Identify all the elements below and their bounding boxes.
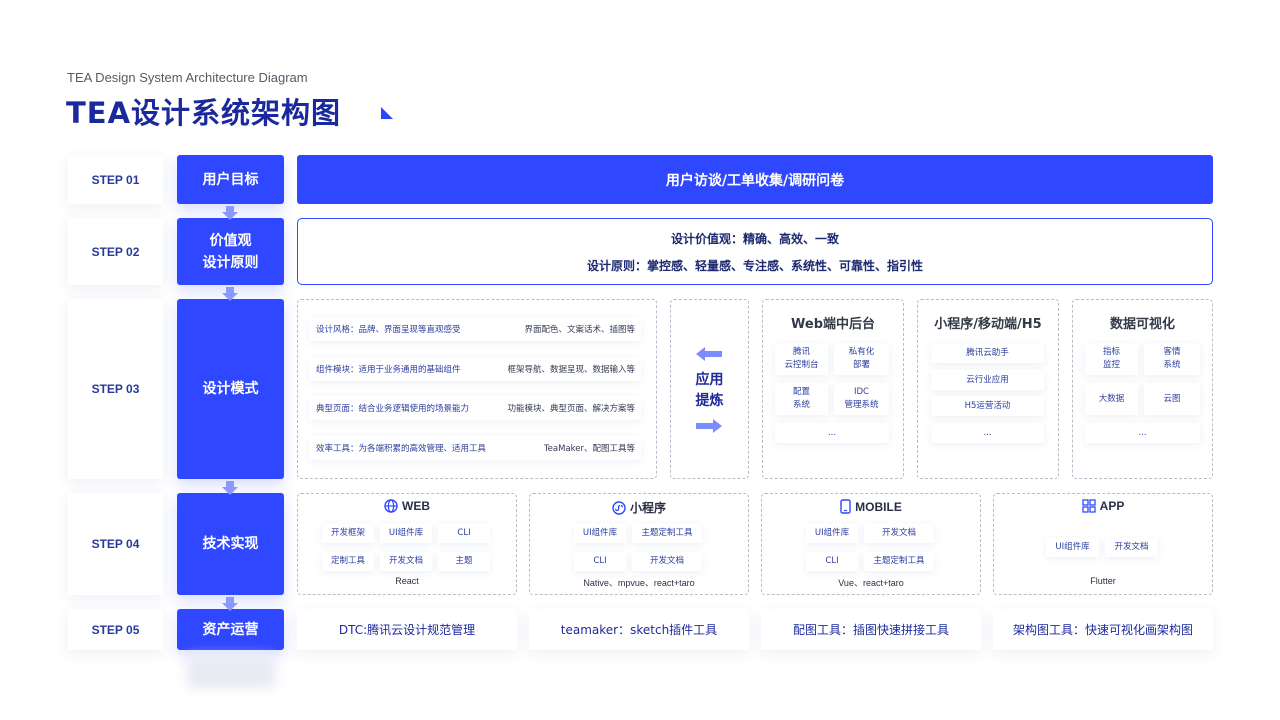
tech-mini-label: 小程序 (629, 501, 666, 515)
list-item-left: 设计风格：品牌、界面呈现等直观感受 (316, 325, 461, 335)
arrow-down-icon (222, 206, 238, 220)
chip: 开发文档 (632, 552, 702, 571)
chip: 主题 (438, 552, 490, 571)
list-item: 典型页面：结合业务逻辑使用的场景能力 功能模块、典型页面、解决方案等 (309, 396, 641, 420)
step-04-label: STEP 04 (68, 493, 163, 595)
web-admin-title: Web端中后台 (791, 317, 875, 332)
apply-label: 应用 (695, 372, 724, 388)
chip: IDC 管理系统 (834, 383, 889, 415)
title-corner-mark (381, 107, 393, 119)
list-item-right: 功能模块、典型页面、解决方案等 (507, 404, 635, 414)
list-item-left: 效率工具：为各端积累的高效管理、适用工具 (316, 444, 487, 454)
arrow-down-icon (222, 597, 238, 611)
chip: 腾讯云助手 (931, 343, 1044, 363)
tech-mini-title: 小程序 (529, 499, 749, 516)
tech-app-label: APP (1099, 499, 1125, 513)
values-principles-box: 设计价值观：精确、高效、一致 设计原则：掌控感、轻量感、专注感、系统性、可靠性、… (297, 218, 1213, 285)
chip: ... (1085, 423, 1200, 443)
list-item-left: 组件模块：适用于业务通用的基础组件 (316, 365, 461, 375)
step-05-box: 资产运营 (177, 609, 284, 650)
tech-mobile-label: MOBILE (855, 499, 902, 514)
chip: ... (931, 423, 1044, 443)
list-item-right: 界面配色、文案话术、插图等 (524, 325, 635, 335)
chip: 开发文档 (380, 552, 432, 571)
chip: 指标 监控 (1085, 343, 1138, 375)
chip: 开发框架 (322, 524, 374, 543)
step-03-box: 设计模式 (177, 299, 284, 479)
chip: 云图 (1144, 383, 1200, 415)
arrow-right-icon (696, 418, 722, 437)
chip: 大数据 (1085, 383, 1138, 415)
tool-card-teamaker: teamaker：sketch插件工具 (529, 609, 749, 650)
chip: ... (775, 423, 889, 443)
design-values-text: 设计价值观：精确、高效、一致 (670, 231, 839, 246)
step-02-label: STEP 02 (68, 218, 163, 285)
chip: UI组件库 (380, 524, 432, 543)
chip: CLI (574, 552, 626, 571)
list-item-right: TeaMaker、配图工具等 (543, 444, 635, 454)
tool-card-dtc: DTC:腾讯云设计规范管理 (297, 609, 517, 650)
chip: 开发文档 (864, 524, 934, 543)
tech-web-label: WEB (402, 499, 430, 513)
globe-icon (384, 499, 398, 513)
step-04-box: 技术实现 (177, 493, 284, 595)
chip: UI组件库 (1046, 538, 1099, 557)
tech-mobile-title: MOBILE (761, 499, 981, 514)
page-subtitle: TEA Design System Architecture Diagram (67, 70, 308, 85)
list-item-right: 框架导航、数据呈现、数据输入等 (507, 365, 635, 375)
data-viz-title: 数据可视化 (1109, 317, 1175, 332)
step-03-label: STEP 03 (68, 299, 163, 479)
chip: 配置 系统 (775, 383, 828, 415)
chip: 客情 系统 (1144, 343, 1200, 375)
tech-app-title: APP (993, 499, 1213, 513)
chip: CLI (806, 552, 858, 571)
step-01-label: STEP 01 (68, 155, 163, 204)
chip: 主题定制工具 (864, 552, 934, 571)
chip: UI组件库 (806, 524, 858, 543)
arrow-down-icon (222, 287, 238, 301)
design-principles-text: 设计原则：掌控感、轻量感、专注感、系统性、可靠性、指引性 (586, 258, 923, 273)
list-item: 效率工具：为各端积累的高效管理、适用工具 TeaMaker、配图工具等 (309, 436, 641, 460)
phone-icon (840, 499, 851, 514)
list-item-left: 典型页面：结合业务逻辑使用的场景能力 (316, 404, 470, 414)
tech-web-foot: React (395, 576, 419, 586)
tech-mini-foot: Native、mpvue、react+taro (583, 578, 695, 588)
tech-app-foot: Flutter (1090, 576, 1116, 586)
chip: 私有化 部署 (834, 343, 889, 375)
chip: CLI (438, 524, 490, 543)
mini-mobile-title: 小程序/移动端/H5 (934, 317, 1042, 332)
user-goal-banner: 用户访谈/工单收集/调研问卷 (297, 155, 1213, 204)
chip: UI组件库 (574, 524, 626, 543)
arrow-down-icon (222, 481, 238, 495)
step-02-box: 价值观 设计原则 (177, 218, 284, 285)
page-title: TEA设计系统架构图 (66, 96, 342, 130)
tech-web-title: WEB (297, 499, 517, 513)
miniprogram-icon (612, 500, 626, 515)
app-grid-icon (1082, 499, 1096, 513)
step-05-shadow (187, 656, 275, 688)
refine-label: 提炼 (695, 393, 724, 409)
tool-card-architecture: 架构图工具：快速可视化画架构图 (993, 609, 1213, 650)
arrow-left-icon (696, 346, 722, 365)
list-item: 设计风格：品牌、界面呈现等直观感受 界面配色、文案话术、插图等 (309, 317, 641, 341)
step-02-line1: 价值观 (209, 232, 252, 249)
chip: 定制工具 (322, 552, 374, 571)
step-01-box: 用户目标 (177, 155, 284, 204)
tool-card-illustration: 配图工具：插图快速拼接工具 (761, 609, 981, 650)
list-item: 组件模块：适用于业务通用的基础组件 框架导航、数据呈现、数据输入等 (309, 357, 641, 381)
step-02-line2: 设计原则 (202, 254, 259, 271)
chip: 开发文档 (1105, 538, 1158, 557)
chip: 云行业应用 (931, 370, 1044, 390)
chip: H5运营活动 (931, 396, 1044, 416)
step-05-label: STEP 05 (68, 609, 163, 650)
chip: 腾讯 云控制台 (775, 343, 828, 375)
tech-mobile-foot: Vue、react+taro (838, 578, 904, 588)
apply-refine-label: 应用 提炼 (670, 370, 749, 412)
chip: 主题定制工具 (632, 524, 702, 543)
